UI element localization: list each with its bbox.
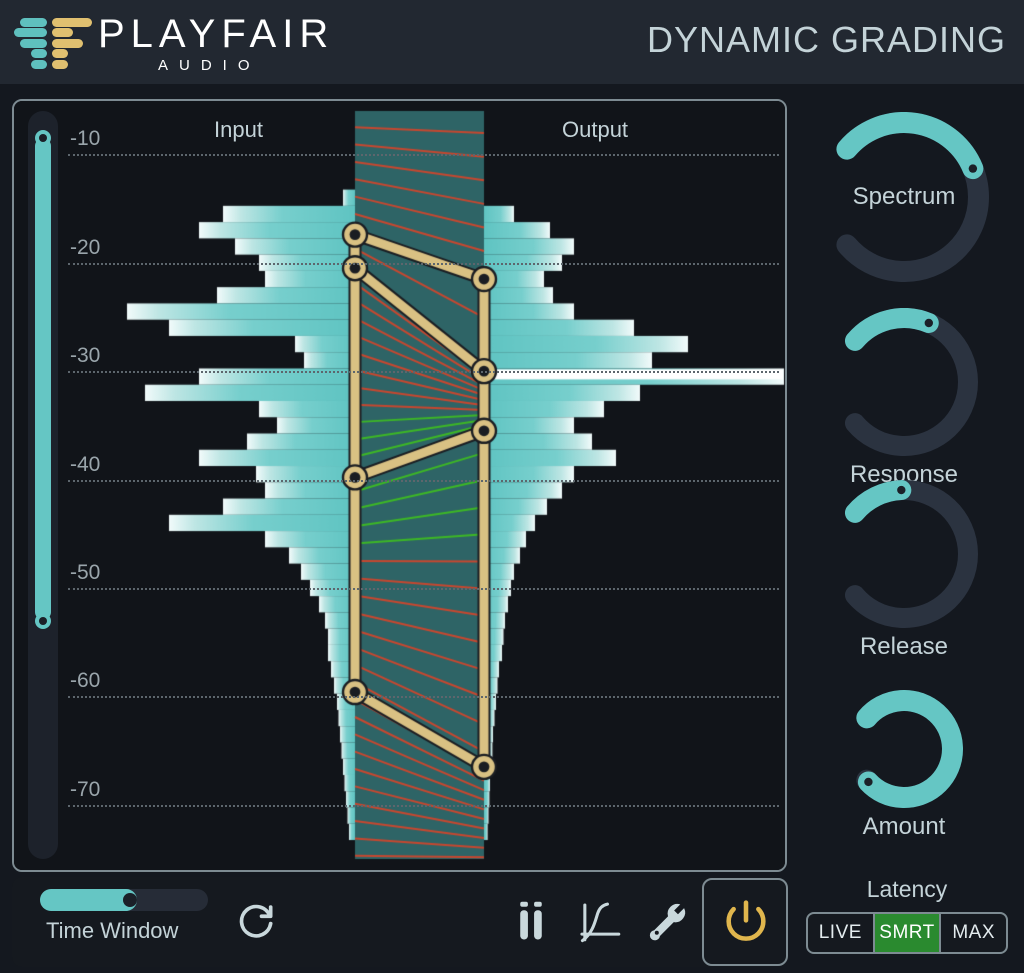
- brand-lockup: PLAYFAIR AUDIO: [98, 14, 334, 76]
- plugin-window: PLAYFAIR AUDIO DYNAMIC GRADING Input Out…: [0, 0, 1024, 973]
- knob-indicator: [864, 777, 873, 787]
- playfair-bars-logo-icon: [14, 18, 92, 70]
- logo-bar-1-0: [14, 28, 47, 38]
- header-bar: PLAYFAIR AUDIO DYNAMIC GRADING: [0, 0, 1024, 84]
- db-label-20: -20: [70, 235, 101, 259]
- range-slider-bottom-handle[interactable]: [35, 612, 51, 629]
- gridline-40: [68, 479, 779, 482]
- latency-selector[interactable]: LIVE SMRT MAX: [806, 912, 1008, 954]
- spectrum-knob[interactable]: Spectrum: [819, 112, 989, 282]
- logo-bar-3-1: [51, 49, 68, 59]
- logo-bar-4-0: [30, 59, 47, 69]
- level-range-slider[interactable]: [28, 111, 58, 859]
- knob-indicator: [924, 318, 934, 328]
- amount-knob[interactable]: Amount: [845, 690, 963, 846]
- logo-bar-3-0: [30, 49, 47, 59]
- wrench-settings-icon[interactable]: [647, 901, 689, 948]
- brand-subtitle: AUDIO: [158, 57, 261, 74]
- time-window-slider[interactable]: [40, 889, 208, 911]
- analyzer-panel: Input Output -10 -20 -30 -40 -50 -60 -70: [12, 99, 787, 872]
- db-label-30: -30: [70, 344, 101, 368]
- power-icon: [726, 900, 766, 941]
- response-knob[interactable]: Response: [830, 308, 978, 494]
- amount-label: Amount: [862, 813, 946, 840]
- release-knob[interactable]: Release: [830, 480, 978, 666]
- logo-bar-4-1: [51, 59, 68, 69]
- latency-title: Latency: [866, 876, 948, 902]
- meters-icon[interactable]: [512, 901, 550, 946]
- refresh-reset-icon[interactable]: [234, 897, 278, 946]
- gridline-60: [68, 696, 779, 699]
- gridline-20: [68, 262, 779, 265]
- logo-bar-2-0: [20, 38, 47, 48]
- knob-indicator: [968, 164, 978, 173]
- knob-value-arc: [844, 480, 912, 523]
- power-button[interactable]: [702, 878, 788, 966]
- range-slider-fill: [35, 138, 51, 621]
- knob-indicator: [897, 485, 906, 495]
- release-label: Release: [859, 633, 949, 660]
- logo-bar-0-0: [20, 18, 47, 27]
- db-label-50: -50: [70, 560, 101, 584]
- transfer-curve-icon[interactable]: [580, 901, 622, 948]
- knob-value-arc: [856, 690, 963, 808]
- spectrum-label: Spectrum: [852, 183, 956, 210]
- page-title: DYNAMIC GRADING: [646, 19, 1006, 60]
- range-slider-top-handle[interactable]: [35, 130, 51, 147]
- gridline-50: [68, 587, 779, 590]
- output-column-label: Output: [562, 117, 629, 142]
- gridline-70: [68, 804, 779, 807]
- input-column-label: Input: [214, 117, 263, 142]
- logo-bar-2-1: [51, 38, 83, 48]
- db-label-10: -10: [70, 127, 101, 151]
- db-label-60: -60: [70, 669, 101, 693]
- logo-bar-1-1: [51, 28, 73, 38]
- db-label-70: -70: [70, 777, 101, 801]
- histogram-canvas[interactable]: [14, 101, 785, 870]
- gridline-30: [68, 371, 779, 374]
- knob-value-arc: [836, 112, 984, 180]
- logo-bar-0-1: [51, 18, 92, 27]
- latency-option-smrt[interactable]: SMRT: [872, 914, 940, 952]
- brand-name: PLAYFAIR: [98, 12, 335, 56]
- latency-option-max[interactable]: MAX: [939, 914, 1006, 952]
- db-label-40: -40: [70, 452, 101, 476]
- latency-option-live[interactable]: LIVE: [808, 914, 873, 952]
- time-window-label: Time Window: [46, 918, 179, 943]
- knob-value-arc: [844, 308, 939, 351]
- gridline-10: [68, 154, 779, 157]
- bottom-toolbar: Time Window: [12, 877, 788, 967]
